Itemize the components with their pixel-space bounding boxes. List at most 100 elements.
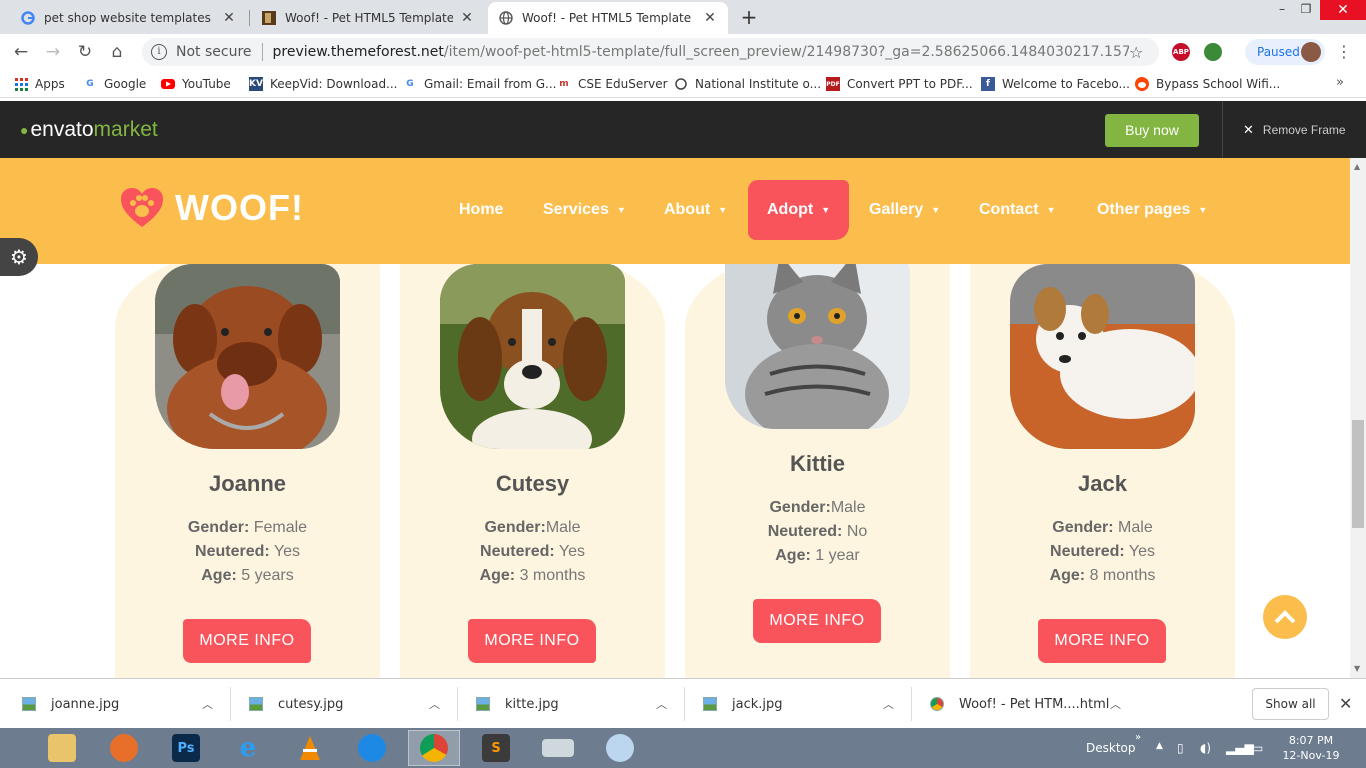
remove-frame-link[interactable]: ✕ Remove Frame [1243,122,1346,138]
bookmark-facebook[interactable]: f Welcome to Facebo... [981,75,1130,93]
bookmark-google[interactable]: G Google [83,75,146,93]
download-item[interactable]: kitte.jpg ︿ [476,686,676,722]
nav-services[interactable]: Services ▼ [543,180,626,240]
home-icon[interactable]: ⌂ [106,41,128,63]
close-tab-icon[interactable]: ✕ [459,10,475,26]
pet-name: Jack [1078,471,1127,496]
wifi-app-button[interactable] [346,730,398,766]
caret-down-icon: ▼ [931,205,941,215]
network-icon[interactable]: ▯ [1177,741,1184,755]
signal-icon[interactable]: ▂▄▆ [1226,741,1254,755]
chevron-up-icon[interactable]: ︿ [656,696,667,712]
bookmark-bypass[interactable]: Bypass School Wifi... [1135,75,1280,93]
site-logo[interactable]: WOOF! [119,185,304,231]
bookmark-institute[interactable]: National Institute o... [674,75,821,93]
age-label: Age: [479,567,516,584]
show-all-button[interactable]: Show all [1252,688,1329,720]
google-icon: G [406,79,414,89]
bookmark-label: National Institute o... [695,77,822,91]
bookmark-gmail[interactable]: G Gmail: Email from G... [403,75,556,93]
double-chevron-icon[interactable]: » [1135,732,1141,743]
tab-search[interactable]: pet shop website templates free ✕ [10,2,247,34]
nav-contact[interactable]: Contact ▼ [979,180,1055,240]
chevron-up-icon[interactable]: ︿ [202,696,213,712]
folder-icon [48,734,76,762]
bookmark-label: Apps [35,77,65,91]
reload-icon[interactable]: ↻ [74,41,96,63]
new-tab-button[interactable]: + [737,5,761,29]
adblock-extension-icon[interactable]: ABP [1172,43,1190,61]
photoshop-button[interactable]: Ps [160,730,212,766]
chevron-up-icon[interactable]: ︿ [429,696,440,712]
nav-adopt[interactable]: Adopt ▼ [748,180,850,240]
volume-icon[interactable]: ◖) [1200,741,1211,755]
sublime-button[interactable]: S [470,730,522,766]
bookmark-keepvid[interactable]: KV KeepVid: Download... [249,75,398,93]
firefox-button[interactable] [98,730,150,766]
scrollbar-thumb[interactable] [1352,420,1364,528]
url-text[interactable]: preview.themeforest.net/item/woof-pet-ht… [273,44,1129,60]
envato-logo[interactable]: ● envato market [20,118,158,142]
download-item[interactable]: jack.jpg ︿ [703,686,903,722]
forward-icon[interactable]: → [42,41,64,63]
buy-now-button[interactable]: Buy now [1105,114,1199,147]
age-value: 3 months [515,567,586,584]
bookmark-label: Bypass School Wifi... [1156,77,1281,91]
facebook-icon: f [981,77,995,91]
info-icon[interactable]: i [151,44,167,60]
taskbar-clock[interactable]: 8:07 PM 12-Nov-19 [1276,733,1346,763]
back-icon[interactable]: ← [10,41,32,63]
profile-button[interactable]: Paused [1245,39,1325,65]
tab-themeforest[interactable]: Woof! - Pet HTML5 Template by ✕ [251,2,485,34]
close-tab-icon[interactable]: ✕ [702,10,718,26]
internet-explorer-button[interactable]: e [222,730,274,766]
paint-button[interactable] [594,730,646,766]
close-tab-icon[interactable]: ✕ [221,10,237,26]
bookmark-eduserver[interactable]: m CSE EduServer [557,75,667,93]
more-info-button[interactable]: MORE INFO [183,619,311,663]
file-explorer-button[interactable] [36,730,88,766]
browser-toolbar: ← → ↻ ⌂ i Not secure preview.themeforest… [0,34,1366,70]
nav-other-pages[interactable]: Other pages ▼ [1097,180,1207,240]
tab-preview[interactable]: Woof! - Pet HTML5 Template Pre ✕ [488,2,728,34]
vlc-button[interactable] [284,730,336,766]
chevron-up-icon[interactable]: ︿ [883,696,894,712]
scroll-down-arrow-icon[interactable]: ▼ [1354,664,1360,673]
more-bookmarks-icon[interactable]: » [1336,75,1344,90]
wifi-icon [358,734,386,762]
nav-about[interactable]: About ▼ [664,180,727,240]
nav-gallery[interactable]: Gallery ▼ [869,180,940,240]
address-bar[interactable]: i Not secure preview.themeforest.net/ite… [142,38,1159,66]
nav-home[interactable]: Home [459,180,503,240]
bookmark-star-icon[interactable]: ☆ [1129,43,1149,62]
download-item[interactable]: joanne.jpg ︿ [22,686,222,722]
scroll-up-arrow-icon[interactable]: ▲ [1354,162,1360,171]
page-scrollbar[interactable]: ▲ ▼ [1350,158,1366,678]
window-close-button[interactable]: ✕ [1320,0,1366,20]
settings-gear-icon[interactable]: ⚙ [0,238,38,276]
close-downloads-icon[interactable]: ✕ [1339,694,1352,713]
more-info-button[interactable]: MORE INFO [753,599,881,643]
action-center-icon[interactable]: ▭ [1252,741,1263,755]
more-info-button[interactable]: MORE INFO [468,619,596,663]
download-item[interactable]: cutesy.jpg ︿ [249,686,449,722]
nav-label: Home [459,201,504,218]
scroll-to-top-button[interactable] [1263,595,1307,639]
download-divider [911,687,912,721]
more-info-button[interactable]: MORE INFO [1038,619,1166,663]
pet-details: Gender:Male Neutered: Yes Age: 3 months [400,516,665,588]
desktop-toolbar-label[interactable]: Desktop [1086,741,1136,755]
bookmark-youtube[interactable]: YouTube [161,75,231,93]
bookmark-apps[interactable]: Apps [14,75,65,93]
extension-icon[interactable] [1204,43,1222,61]
menu-icon[interactable]: ⋮ [1336,42,1352,61]
omnibox-divider [261,43,263,61]
chrome-button[interactable] [408,730,460,766]
restore-button[interactable]: ❐ [1292,0,1320,18]
tray-expand-icon[interactable]: ▲ [1156,741,1163,751]
bookmark-ppt-pdf[interactable]: PDF Convert PPT to PDF... [826,75,973,93]
chevron-up-icon[interactable]: ︿ [1110,696,1121,712]
keyboard-button[interactable] [532,730,584,766]
bookmark-label: Convert PPT to PDF... [847,77,973,91]
download-item[interactable]: Woof! - Pet HTM....html ︿ [930,686,1130,722]
